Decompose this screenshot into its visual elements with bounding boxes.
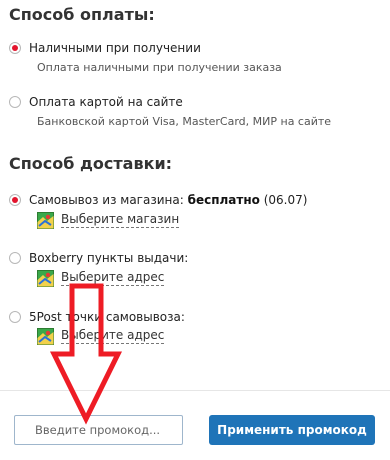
apply-promo-button[interactable]: Применить промокод bbox=[209, 415, 375, 445]
select-store-text[interactable]: Выберите магазин bbox=[61, 212, 180, 228]
delivery-section-title: Способ доставки: bbox=[9, 154, 173, 173]
delivery-pickup-date: (06.07) bbox=[263, 193, 308, 207]
map-icon bbox=[37, 269, 54, 287]
payment-card-label[interactable]: Оплата картой на сайте bbox=[29, 95, 183, 109]
promo-code-input[interactable] bbox=[14, 415, 183, 445]
delivery-pickup-price: бесплатно bbox=[187, 193, 260, 207]
select-store-link[interactable]: Выберите магазин bbox=[37, 210, 180, 230]
delivery-5post-label[interactable]: 5Post точки самовывоза: bbox=[29, 310, 185, 324]
payment-card-radio[interactable] bbox=[9, 96, 21, 108]
select-5post-address-link[interactable]: Выберите адрес bbox=[37, 326, 165, 346]
payment-section-title: Способ оплаты: bbox=[9, 5, 155, 24]
select-boxberry-address-link[interactable]: Выберите адрес bbox=[37, 268, 165, 288]
payment-card-description: Банковской картой Visa, MasterCard, МИР … bbox=[37, 115, 332, 128]
delivery-5post-radio[interactable] bbox=[9, 311, 21, 323]
map-icon bbox=[37, 327, 54, 345]
delivery-pickup-radio[interactable] bbox=[9, 194, 21, 206]
section-divider bbox=[0, 390, 390, 391]
select-5post-address-text[interactable]: Выберите адрес bbox=[61, 328, 165, 344]
select-boxberry-address-text[interactable]: Выберите адрес bbox=[61, 270, 165, 286]
map-icon bbox=[37, 211, 54, 229]
delivery-pickup-label[interactable]: Самовывоз из магазина: бесплатно (06.07) bbox=[29, 193, 307, 207]
payment-cash-radio[interactable] bbox=[9, 42, 21, 54]
payment-cash-label[interactable]: Наличными при получении bbox=[29, 41, 201, 55]
delivery-boxberry-label[interactable]: Boxberry пункты выдачи: bbox=[29, 251, 188, 265]
delivery-pickup-name: Самовывоз из магазина: bbox=[29, 193, 184, 207]
delivery-boxberry-radio[interactable] bbox=[9, 252, 21, 264]
payment-cash-description: Оплата наличными при получении заказа bbox=[37, 61, 282, 74]
